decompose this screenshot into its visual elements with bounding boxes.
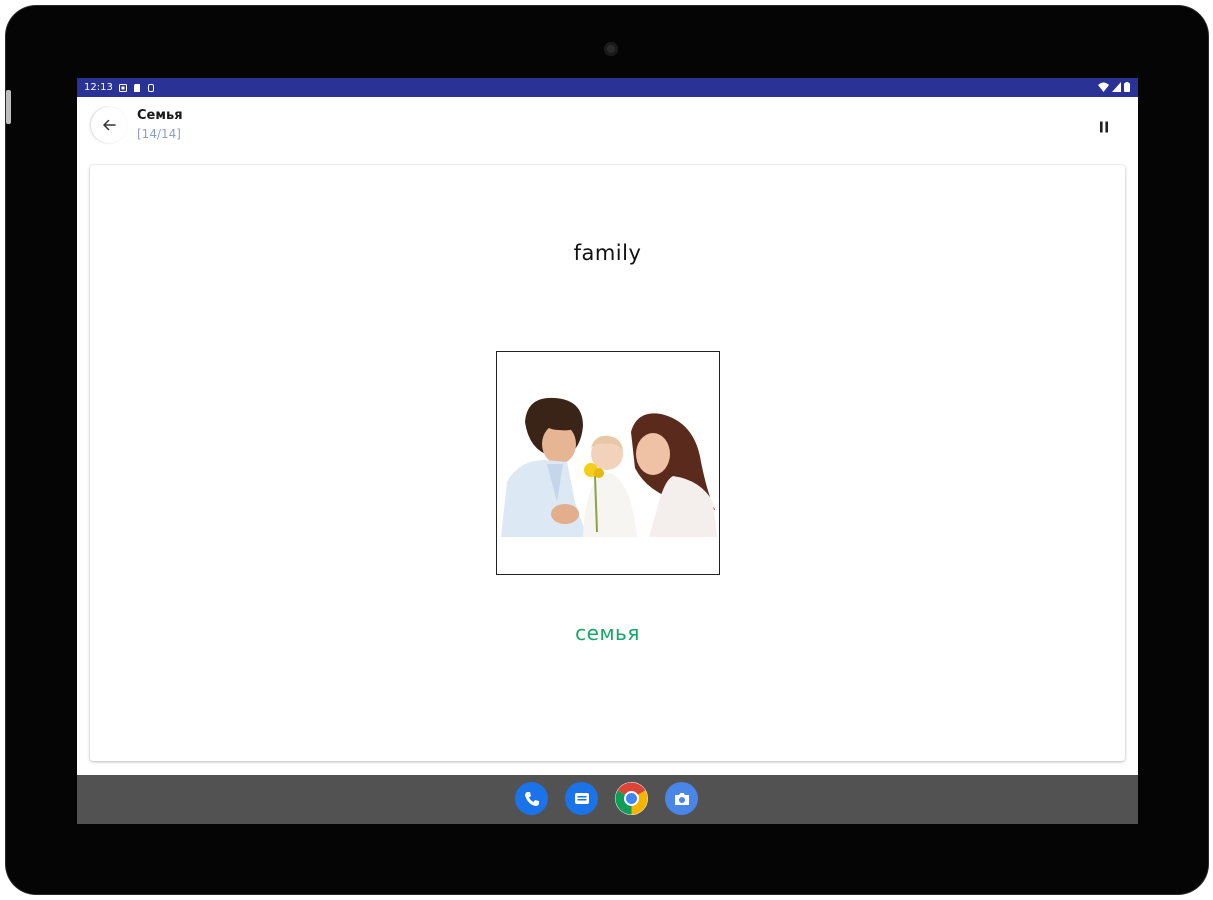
front-camera: [604, 42, 618, 56]
device-side-button: [6, 90, 11, 124]
page-title: Семья: [137, 108, 183, 123]
camera-app[interactable]: [665, 782, 698, 815]
progress-counter: [14/14]: [137, 127, 181, 141]
status-bar: 12:13: [77, 78, 1138, 97]
flashcard[interactable]: family семья: [90, 165, 1125, 761]
notification-icon: [118, 83, 127, 92]
chrome-app[interactable]: [615, 782, 648, 815]
flashcard-translation: семья: [575, 621, 640, 645]
app-dock: [515, 782, 698, 815]
signal-icon: [1112, 82, 1121, 92]
sd-card-icon: [133, 83, 140, 92]
taskbar: [77, 775, 1138, 824]
pause-icon: [1100, 121, 1108, 133]
phone-icon: [524, 791, 539, 806]
family-photo: [497, 352, 719, 574]
flashcard-picture: [496, 351, 720, 575]
app-bar: Семья [14/14]: [77, 97, 1138, 163]
status-right-icons: [1098, 82, 1130, 92]
flashcard-word: family: [573, 241, 642, 265]
phone-app[interactable]: [515, 782, 548, 815]
storage-icon: [147, 83, 154, 92]
back-button[interactable]: [91, 107, 127, 143]
messages-app[interactable]: [565, 782, 598, 815]
battery-icon: [1124, 82, 1130, 92]
pause-button[interactable]: [1094, 117, 1114, 137]
chrome-icon: [615, 782, 648, 815]
camera-icon: [674, 792, 689, 805]
wifi-icon: [1098, 82, 1109, 92]
arrow-left-icon: [103, 119, 116, 131]
status-time: 12:13: [84, 82, 113, 93]
device-screen: 12:13 Семья [14/14] family семья: [77, 78, 1138, 824]
messages-icon: [574, 792, 589, 804]
